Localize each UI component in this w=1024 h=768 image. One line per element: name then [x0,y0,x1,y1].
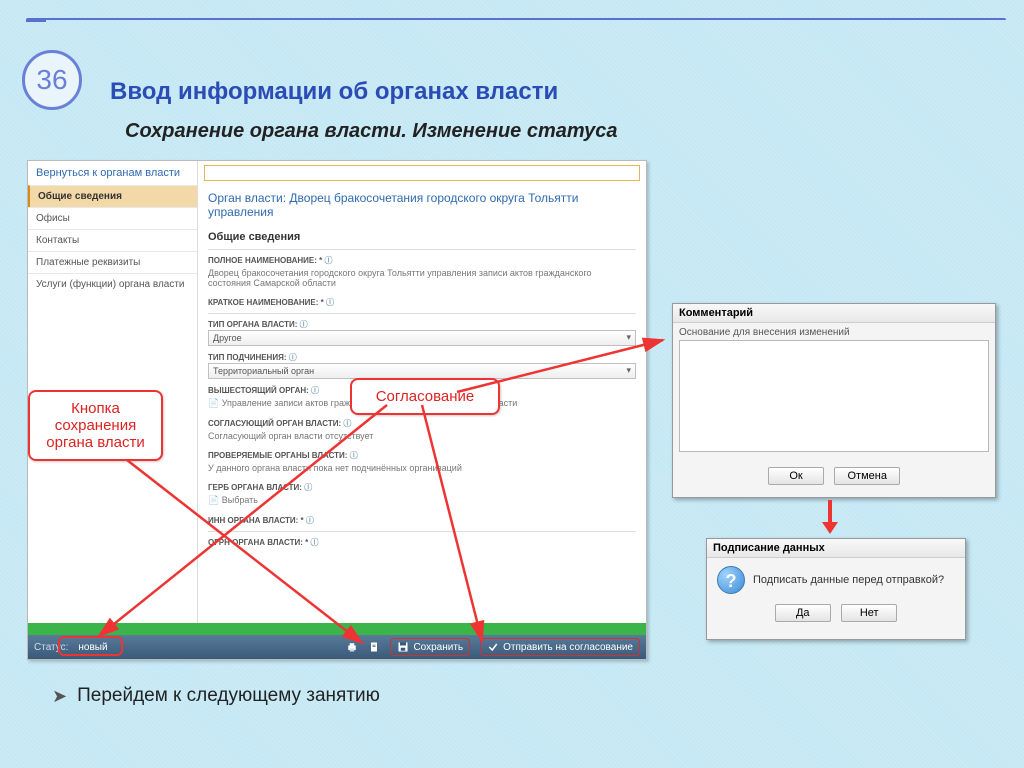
callout-approve: Согласование [350,378,500,415]
checking-label: ПРОВЕРЯЕМЫЕ ОРГАНЫ ВЛАСТИ: ⓘ [208,450,636,461]
comment-textarea[interactable] [679,340,989,452]
sidebar-item-payment[interactable]: Платежные реквизиты [28,251,197,273]
approver-label: СОГЛАСУЮЩИЙ ОРГАН ВЛАСТИ: ⓘ [208,418,636,429]
checking-value: У данного органа власти пока нет подчинё… [208,461,636,476]
page-title: Ввод информации об органах власти [110,78,558,106]
short-name-label: КРАТКОЕ НАИМЕНОВАНИЕ: * ⓘ [208,297,636,308]
sidebar-item-offices[interactable]: Офисы [28,207,197,229]
authority-title: Орган власти: Дворец бракосочетания горо… [198,185,646,225]
approver-value: Согласующий орган власти отсутствует [208,429,636,444]
emblem-choose-button[interactable]: 📄 Выбрать [208,495,258,505]
print-icon[interactable] [346,641,358,653]
type-label: ТИП ОРГАНА ВЛАСТИ: ⓘ [208,319,636,330]
type-select[interactable]: Другое [208,330,636,346]
full-name-label: ПОЛНОЕ НАИМЕНОВАНИЕ: * ⓘ [208,255,636,266]
comment-reason-label: Основание для внесения изменений [679,327,989,340]
search-input[interactable] [204,165,640,181]
sign-no-button[interactable]: Нет [841,604,897,622]
progress-strip [28,623,646,635]
check-icon [487,641,499,653]
bullet-next: ➤ Перейдем к следующему занятию [52,685,380,707]
sign-dialog-title: Подписание данных [707,539,965,558]
arrow-down-icon [822,500,838,534]
save-button[interactable]: Сохранить [390,638,470,656]
emblem-label: ГЕРБ ОРГАНА ВЛАСТИ: ⓘ [208,482,636,493]
page-subtitle: Сохранение органа власти. Изменение стат… [125,120,618,143]
comment-ok-button[interactable]: Ок [768,467,824,485]
comment-dialog: Комментарий Основание для внесения измен… [672,303,996,498]
statusbar: Статус: новый Сохранить Отправить на сог… [28,635,646,659]
section-header: Общие сведения [198,225,646,247]
save-icon [397,641,409,653]
sign-message: Подписать данные перед отправкой? [753,574,944,586]
full-name-value: Дворец бракосочетания городского округа … [208,266,636,291]
slide-number-badge: 36 [22,50,82,110]
subord-label: ТИП ПОДЧИНЕНИЯ: ⓘ [208,352,636,363]
question-icon: ? [717,566,745,594]
comment-cancel-button[interactable]: Отмена [834,467,899,485]
sidebar-item-contacts[interactable]: Контакты [28,229,197,251]
sidebar-item-general[interactable]: Общие сведения [28,185,197,207]
status-value: новый [78,642,107,653]
inn-label: ИНН ОРГАНА ВЛАСТИ: * ⓘ [208,515,636,526]
bullet-arrow-icon: ➤ [52,686,67,707]
comment-dialog-title: Комментарий [673,304,995,323]
status-label: Статус: [34,642,68,653]
callout-save: Кнопка сохранения органа власти [28,390,163,461]
sidebar-item-services[interactable]: Услуги (функции) органа власти [28,273,197,295]
sign-yes-button[interactable]: Да [775,604,831,622]
sign-dialog: Подписание данных ? Подписать данные пер… [706,538,966,640]
back-link[interactable]: Вернуться к органам власти [28,161,197,185]
submit-button[interactable]: Отправить на согласование [480,638,640,656]
ogrn-label: ОГРН ОРГАНА ВЛАСТИ: * ⓘ [208,537,636,548]
subord-select[interactable]: Территориальный орган [208,363,636,379]
document-icon[interactable] [368,641,380,653]
